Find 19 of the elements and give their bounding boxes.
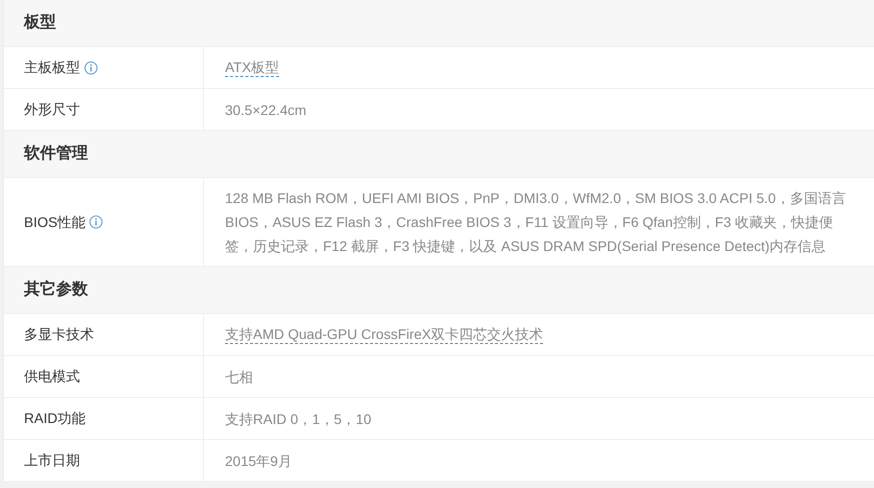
spec-link[interactable]: ATX板型 [225,58,280,77]
section-title: 软件管理 [24,144,88,164]
spec-value: 30.5×22.4cm [225,100,306,120]
section-title: 其它参数 [24,279,88,300]
spec-link[interactable]: 支持AMD Quad-GPU CrossFireX双卡四芯交火技术 [225,325,544,344]
spec-label: 外形尺寸 [24,100,80,119]
spec-value: 2015年9月 [225,452,292,470]
spec-label: BIOS性能 [24,212,86,232]
spec-label: 供电模式 [24,367,80,386]
spec-label: 多显卡技术 [24,325,94,344]
spec-value: 七相 [225,368,253,386]
spec-value: 128 MB Flash ROM，UEFI AMI BIOS，PnP，DMI3.0，WfM2.0，SM BIOS 3.0 ACPI 5.0，多国语言 BIOS，ASUS EZ Flash 3，CrashFree BIOS 3，F11 设置向导，F6 Qfan控制，F3 收藏夹，快捷便签，历史记录，F12 截屏，F3 快捷键，以及 ASUS DRAM SPD(Serial Presence Detect)内存信息 [225,189,846,256]
spec-label: 上市日期 [24,451,80,470]
section-title: 板型 [24,12,56,33]
info-icon[interactable] [89,215,104,229]
info-icon[interactable] [84,60,98,74]
spec-label: 主板板型 [24,58,80,77]
spec-label: RAID功能 [24,409,86,428]
spec-value: 支持RAID 0，1，5，10 [225,410,372,428]
